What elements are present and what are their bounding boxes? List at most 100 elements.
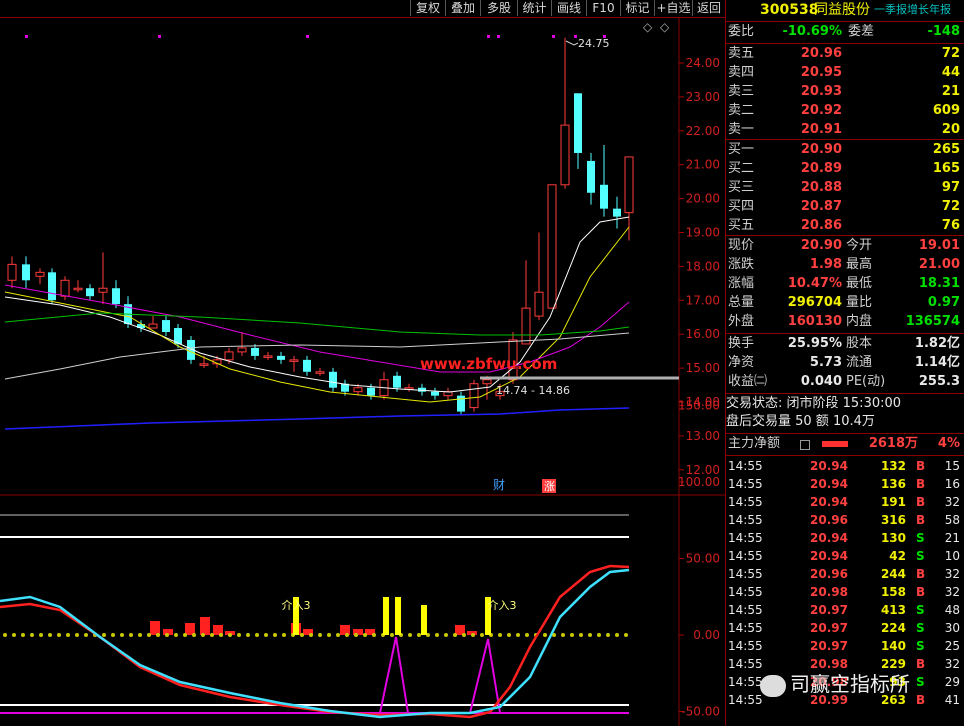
- bid-price: 20.88: [800, 180, 842, 195]
- tick-volume: 224: [880, 621, 906, 635]
- zero-dot: [111, 633, 115, 637]
- marker-cai[interactable]: 财: [493, 478, 505, 492]
- tick-side: B: [916, 657, 926, 671]
- chart-toolbar: 复权 叠加 多股 统计 画线 F10 标记 +自选 返回: [0, 0, 725, 17]
- ask-label: 卖四: [728, 65, 755, 80]
- stat-label: 今开: [846, 238, 873, 253]
- toolbar-button-0[interactable]: 复权: [410, 0, 445, 16]
- price-tick-label: 18.00: [686, 259, 720, 273]
- bid-level: 买四 20.87 72: [726, 198, 964, 216]
- zero-dot: [318, 633, 322, 637]
- zero-dot: [129, 633, 133, 637]
- wei-cha-value: -148: [927, 24, 960, 39]
- spike-right: [469, 638, 501, 714]
- candle-body: [624, 156, 634, 214]
- toolbar-button-4[interactable]: 画线: [551, 0, 586, 16]
- ask-level: 卖一 20.91 20: [726, 121, 964, 139]
- bid-level: 买一 20.90 265: [726, 141, 964, 159]
- toolbar-button-8[interactable]: 返回: [692, 0, 725, 16]
- diamond-icon[interactable]: ◇: [643, 20, 653, 34]
- ask-price: 20.91: [800, 122, 842, 137]
- zero-dot: [363, 633, 367, 637]
- tick-row: 14:55 20.94 132 B 15: [726, 457, 964, 475]
- zero-dot: [408, 633, 412, 637]
- tick-volume: 130: [880, 531, 906, 545]
- main-force-icon[interactable]: [800, 440, 810, 450]
- signal-dot: [25, 35, 28, 38]
- bid-price: 20.90: [800, 142, 842, 157]
- stat2-row: 收益㈡ 0.040 PE(动) 255.3: [726, 373, 964, 391]
- tick-count: 32: [944, 585, 960, 599]
- signal-dot: [487, 35, 490, 38]
- price-tick-label: 16.00: [686, 327, 720, 341]
- marker-zhang[interactable]: 涨: [544, 480, 555, 493]
- toolbar-button-3[interactable]: 统计: [517, 0, 551, 16]
- zero-dot: [606, 633, 610, 637]
- candle-body: [534, 291, 544, 317]
- zero-dot: [525, 633, 529, 637]
- indicator-tick-label: 50.00: [686, 552, 720, 566]
- price-tick-label: 19.00: [686, 226, 720, 240]
- tick-price: 20.94: [810, 477, 848, 491]
- stat-value: 20.90: [800, 238, 842, 253]
- tick-price: 20.97: [810, 639, 848, 653]
- zero-dot: [57, 633, 61, 637]
- tick-volume: 413: [880, 603, 906, 617]
- zero-dot: [75, 633, 79, 637]
- tick-side: S: [916, 639, 925, 653]
- tick-count: 32: [944, 495, 960, 509]
- kline-chart[interactable]: 24.00 23.00 22.00 21.00 20.00 19.00 18.00 17.00…: [0, 17, 725, 726]
- zero-dot: [462, 633, 466, 637]
- diamond-icon-2[interactable]: ◇: [660, 20, 670, 34]
- tick-side: S: [916, 603, 925, 617]
- tick-time: 14:55: [728, 639, 763, 653]
- zero-dot: [480, 633, 484, 637]
- stat-label: 涨跌: [728, 257, 755, 272]
- main-force-row: 主力净额 2618万 4%: [726, 435, 964, 453]
- stat2-label: 净资: [728, 355, 755, 370]
- bid-price: 20.89: [800, 161, 842, 176]
- zero-dot: [372, 633, 376, 637]
- ask-level: 卖二 20.92 609: [726, 102, 964, 120]
- tick-side: B: [916, 477, 926, 491]
- tick-volume: 191: [880, 495, 906, 509]
- zero-dot: [417, 633, 421, 637]
- tick-side: S: [916, 621, 925, 635]
- stat-value: 136574: [905, 314, 960, 329]
- price-tick-label: 22.00: [686, 124, 720, 138]
- bid-level: 买三 20.88 97: [726, 179, 964, 197]
- zero-dot: [453, 633, 457, 637]
- toolbar-button-6[interactable]: 标记: [620, 0, 654, 16]
- tick-side: S: [916, 675, 925, 689]
- ask-volume: 609: [932, 103, 960, 118]
- toolbar-button-2[interactable]: 多股: [480, 0, 517, 16]
- tick-count: 21: [944, 531, 960, 545]
- tick-time: 14:55: [728, 549, 763, 563]
- candle-body: [521, 307, 531, 345]
- stat-label: 最高: [846, 257, 873, 272]
- stat2-row: 净资 5.73 流通 1.14亿: [726, 354, 964, 372]
- tick-price: 20.94: [810, 531, 848, 545]
- stat2-label: 流通: [846, 355, 873, 370]
- tick-volume: 132: [880, 459, 906, 473]
- bid-label: 买五: [728, 218, 755, 233]
- stat-value: 0.97: [927, 295, 960, 310]
- indicator-bar: [200, 617, 210, 635]
- main-force-value: 2618万: [868, 436, 918, 451]
- stat2-value: 25.95%: [787, 336, 842, 351]
- tick-count: 32: [944, 567, 960, 581]
- toolbar-button-5[interactable]: F10: [586, 0, 620, 16]
- zero-dot: [12, 633, 16, 637]
- stat2-value: 0.040: [800, 374, 842, 389]
- tick-time: 14:55: [728, 621, 763, 635]
- toolbar-button-7[interactable]: +自选: [654, 0, 692, 16]
- toolbar-button-1[interactable]: 叠加: [445, 0, 480, 16]
- bid-label: 买三: [728, 180, 755, 195]
- bid-price: 20.86: [800, 218, 842, 233]
- tick-price: 20.97: [810, 603, 848, 617]
- ask-volume: 20: [941, 122, 960, 137]
- tick-time: 14:55: [728, 513, 763, 527]
- wei-bi-label: 委比: [728, 24, 755, 39]
- tick-side: B: [916, 459, 926, 473]
- stat2-label: 换手: [728, 336, 755, 351]
